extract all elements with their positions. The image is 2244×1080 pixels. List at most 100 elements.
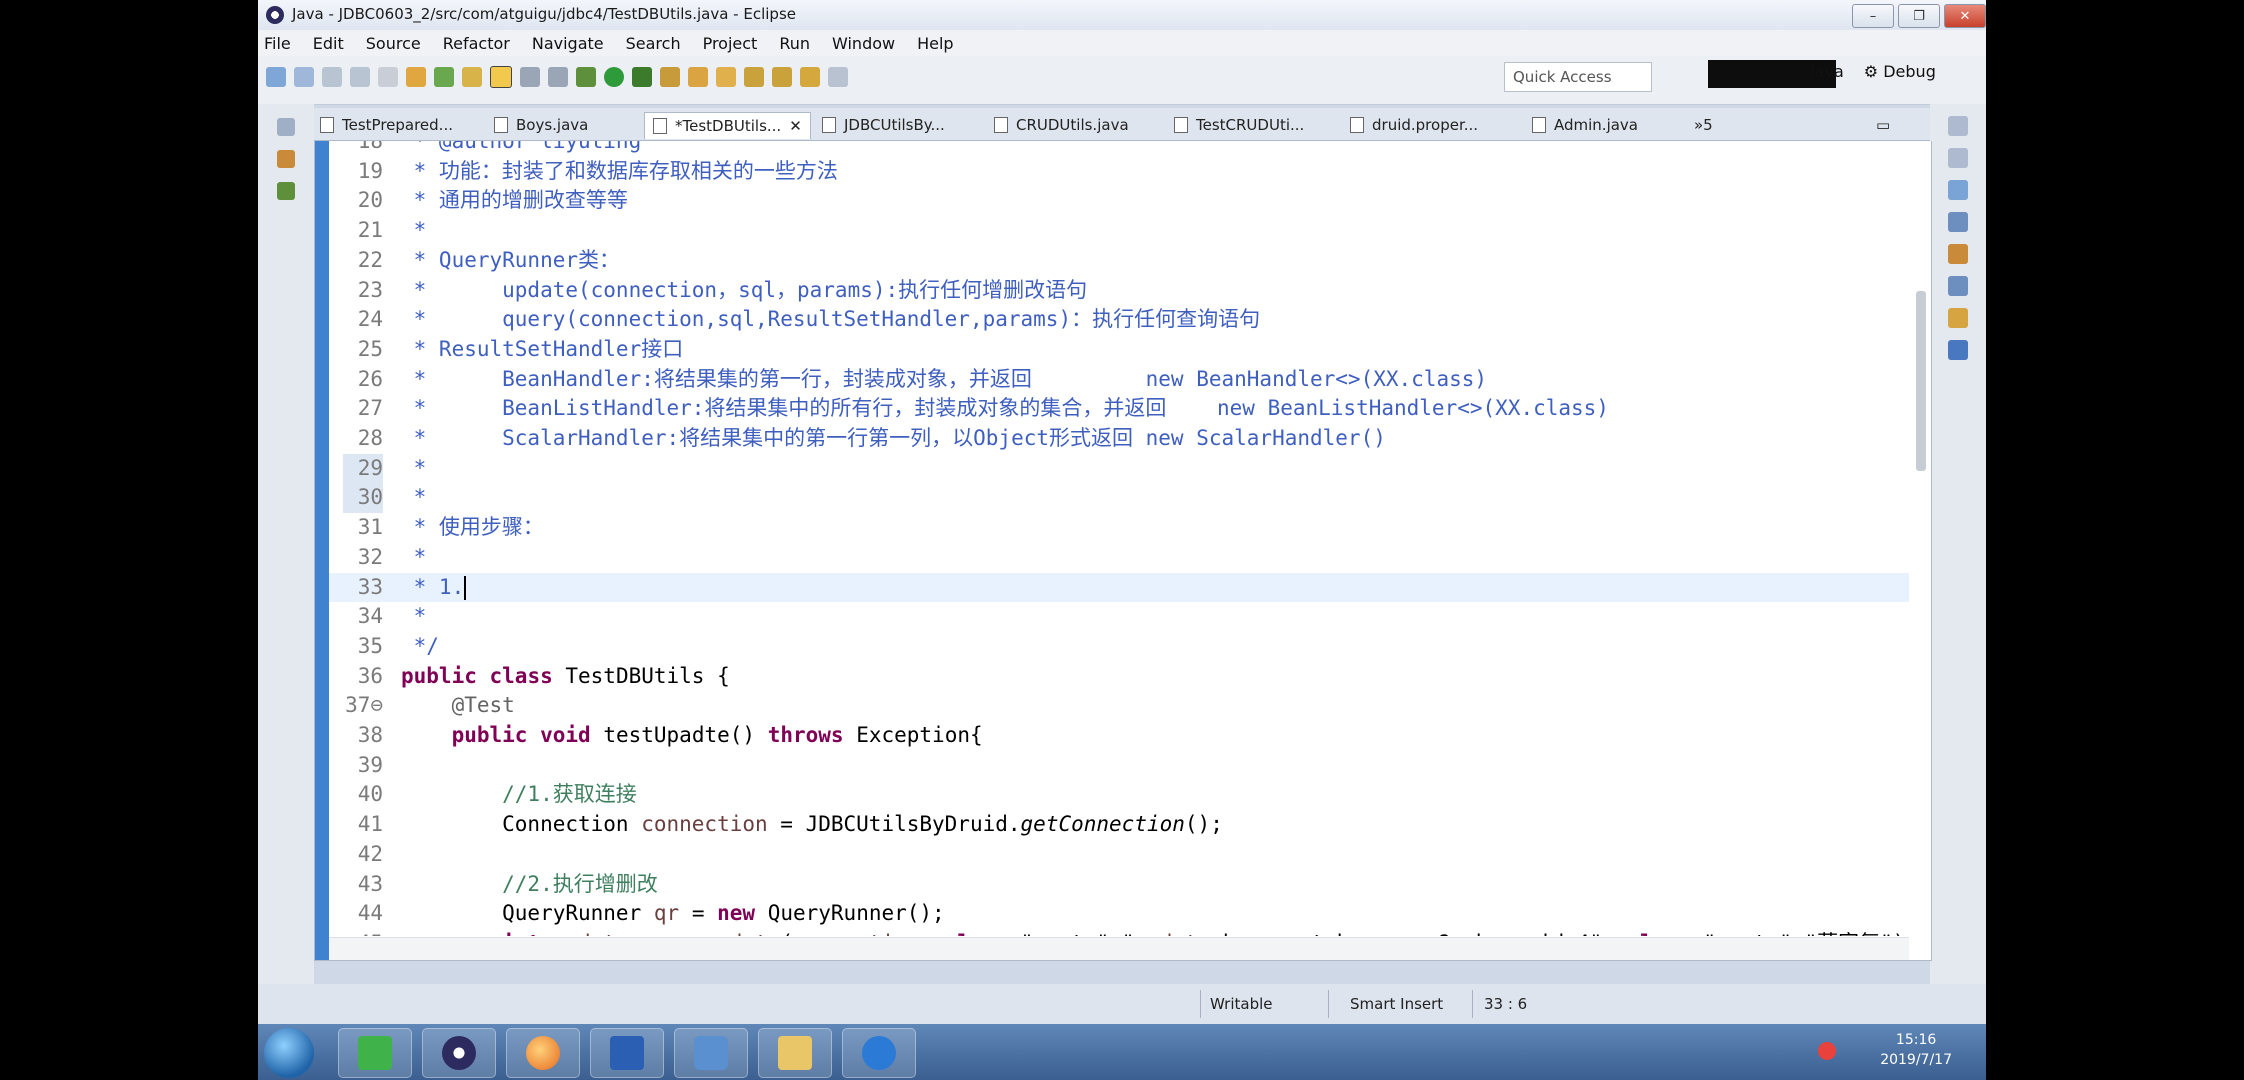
more-tabs-button[interactable]: »5 — [1694, 112, 1713, 138]
maximize-button[interactable]: ❐ — [1898, 4, 1940, 28]
menu-source[interactable]: Source — [366, 34, 421, 53]
code-line[interactable]: 31 * 使用步骤： — [329, 513, 1909, 543]
tab-boys[interactable]: Boys.java — [494, 112, 588, 138]
block-selection-icon[interactable] — [548, 67, 568, 87]
code-line[interactable]: 43 //2.执行增删改 — [329, 870, 1909, 900]
tab-druid-properties[interactable]: druid.proper... — [1350, 112, 1478, 138]
code-line[interactable]: 37⊖ @Test — [329, 691, 1909, 721]
minimize-editor-icon[interactable]: ▭ — [1876, 112, 1890, 138]
task-list-icon[interactable] — [1948, 148, 1968, 168]
tab-testdbutils[interactable]: *TestDBUtils... ✕ — [644, 112, 811, 139]
problems-icon[interactable] — [1948, 180, 1968, 200]
code-line[interactable]: 38 public void testUpadte() throws Excep… — [329, 721, 1909, 751]
outline-icon[interactable] — [1948, 116, 1968, 136]
menu-file[interactable]: File — [264, 34, 291, 53]
hierarchy-icon[interactable] — [277, 150, 295, 168]
code-line[interactable]: 32 * — [329, 543, 1909, 573]
code-line[interactable]: 26 * BeanHandler:将结果集的第一行，封装成对象，并返回 new … — [329, 365, 1909, 395]
new-dropdown-icon[interactable] — [294, 67, 314, 87]
taskbar-explorer[interactable] — [758, 1028, 832, 1078]
tab-admin[interactable]: Admin.java — [1532, 112, 1638, 138]
save-all-icon[interactable] — [350, 67, 370, 87]
package-explorer-icon[interactable] — [277, 118, 295, 136]
new-icon[interactable] — [266, 67, 286, 87]
print-icon[interactable] — [378, 67, 398, 87]
code-line[interactable]: 34 * — [329, 602, 1909, 632]
menu-run[interactable]: Run — [779, 34, 810, 53]
console-icon[interactable] — [1948, 276, 1968, 296]
code-line[interactable]: 23 * update(connection，sql，params):执行任何增… — [329, 276, 1909, 306]
code-line[interactable]: 29 * — [329, 453, 1909, 484]
code-line[interactable]: 24 * query(connection,sql,ResultSetHandl… — [329, 305, 1909, 335]
declaration-icon[interactable] — [1948, 244, 1968, 264]
code-line[interactable]: 36 public class TestDBUtils { — [329, 662, 1909, 692]
next-annotation-icon[interactable] — [744, 67, 764, 87]
toggle-mark-occurrences-icon[interactable] — [490, 66, 512, 88]
code-line[interactable]: 25 * ResultSetHandler接口 — [329, 335, 1909, 365]
code-line[interactable]: 18 * @author liyuting — [329, 141, 1909, 157]
code-area[interactable]: 18 * @author liyuting 19 * 功能：封装了和数据库存取相关… — [329, 141, 1909, 936]
external-tools-icon[interactable] — [660, 67, 680, 87]
menu-edit[interactable]: Edit — [313, 34, 344, 53]
code-line[interactable]: 21 * — [329, 216, 1909, 246]
open-folder-icon[interactable] — [688, 67, 708, 87]
code-line[interactable]: 22 * QueryRunner类： — [329, 246, 1909, 276]
code-line[interactable]: 44 QueryRunner qr = new QueryRunner(); — [329, 899, 1909, 929]
servers-icon[interactable] — [1948, 340, 1968, 360]
taskbar-clock[interactable]: 15:16 2019/7/17 — [1880, 1030, 1952, 1070]
tab-testcruduti[interactable]: TestCRUDUti... — [1174, 112, 1304, 138]
code-line[interactable]: 41 Connection connection = JDBCUtilsByDr… — [329, 810, 1909, 840]
code-line[interactable]: 27 * BeanListHandler:将结果集中的所有行，封装成对象的集合，… — [329, 394, 1909, 424]
new-java-project-icon[interactable] — [434, 67, 454, 87]
code-line[interactable]: 30 * — [329, 483, 1909, 514]
taskbar-word[interactable] — [590, 1028, 664, 1078]
run-icon[interactable] — [604, 67, 624, 87]
taskbar-sogou[interactable] — [842, 1028, 916, 1078]
junit-icon[interactable] — [277, 182, 295, 200]
menu-window[interactable]: Window — [832, 34, 895, 53]
menu-navigate[interactable]: Navigate — [532, 34, 604, 53]
show-whitespace-icon[interactable] — [520, 67, 540, 87]
vertical-scrollbar[interactable] — [1913, 151, 1929, 931]
save-icon[interactable] — [322, 67, 342, 87]
minimize-button[interactable]: – — [1852, 4, 1894, 28]
code-line[interactable]: 45 int update = qr.update(connection, cl… — [329, 929, 1909, 936]
forward-icon[interactable] — [828, 67, 848, 87]
build-icon[interactable] — [406, 67, 426, 87]
menu-search[interactable]: Search — [626, 34, 681, 53]
code-editor[interactable]: 18 * @author liyuting 19 * 功能：封装了和数据库存取相关… — [314, 141, 1932, 961]
taskbar-eclipse[interactable] — [422, 1028, 496, 1078]
scrollbar-thumb[interactable] — [1916, 291, 1926, 471]
tab-testprepared[interactable]: TestPrepared... — [320, 112, 453, 138]
close-tab-icon[interactable]: ✕ — [789, 117, 802, 135]
quick-access-input[interactable]: Quick Access — [1504, 62, 1652, 92]
code-line[interactable]: 40 //1.获取连接 — [329, 780, 1909, 810]
debug-icon[interactable] — [576, 67, 596, 87]
tab-crudutils[interactable]: CRUDUtils.java — [994, 112, 1129, 138]
close-button[interactable]: ✕ — [1944, 4, 1986, 28]
code-line[interactable]: 28 * ScalarHandler:将结果集中的第一行第一列，以Object形… — [329, 424, 1909, 454]
code-line[interactable]: 39 — [329, 751, 1909, 781]
code-line[interactable]: 20 * 通用的增删改查等等 — [329, 186, 1909, 216]
code-line[interactable]: 33 * 1. — [329, 572, 1909, 603]
taskbar-app[interactable] — [674, 1028, 748, 1078]
taskbar-firefox[interactable] — [506, 1028, 580, 1078]
tray-network-icon[interactable] — [1818, 1042, 1836, 1060]
code-line[interactable]: 42 — [329, 840, 1909, 870]
back-icon[interactable] — [800, 67, 820, 87]
open-type-icon[interactable] — [462, 67, 482, 87]
perspective-debug[interactable]: ⚙ Debug — [1864, 62, 1936, 81]
menu-project[interactable]: Project — [703, 34, 758, 53]
menu-refactor[interactable]: Refactor — [443, 34, 510, 53]
perspective-java[interactable]: Java — [1810, 62, 1844, 81]
search-icon[interactable] — [716, 67, 736, 87]
javadoc-icon[interactable] — [1948, 212, 1968, 232]
code-line[interactable]: 19 * 功能：封装了和数据库存取相关的一些方法 — [329, 157, 1909, 187]
coverage-icon[interactable] — [632, 67, 652, 87]
progress-icon[interactable] — [1948, 308, 1968, 328]
horizontal-scrollbar[interactable] — [329, 937, 1909, 960]
tab-jdbcutilsby[interactable]: JDBCUtilsBy... — [822, 112, 945, 138]
menu-help[interactable]: Help — [917, 34, 953, 53]
previous-annotation-icon[interactable] — [772, 67, 792, 87]
taskbar-media-player[interactable] — [338, 1028, 412, 1078]
